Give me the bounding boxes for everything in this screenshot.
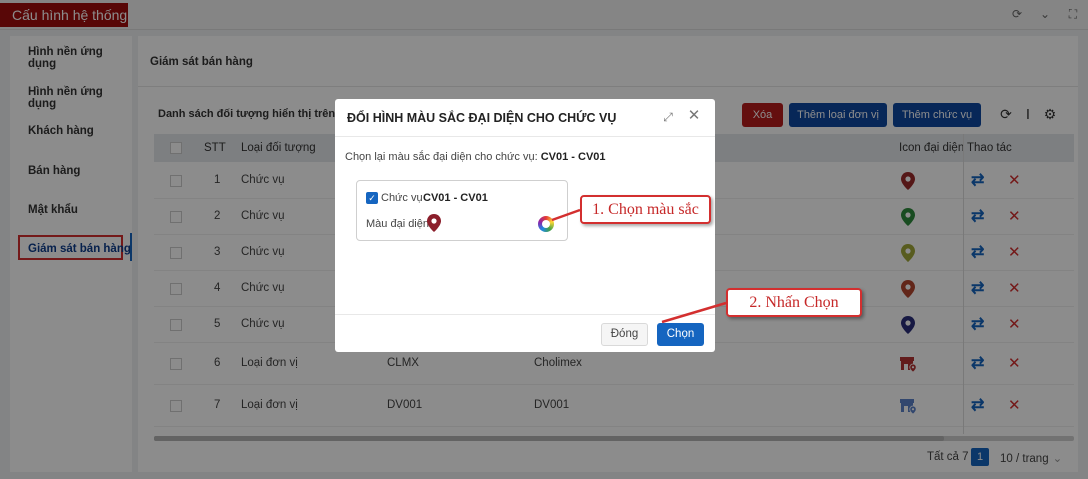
close-icon[interactable]: ✕ bbox=[687, 108, 701, 123]
modal-description: Chọn lại màu sắc đại diện cho chức vụ: C… bbox=[345, 151, 606, 163]
description-prefix: Chọn lại màu sắc đại diện cho chức vụ: bbox=[345, 151, 538, 163]
choose-button[interactable]: Chọn bbox=[657, 323, 704, 346]
callout-step-2: 2. Nhấn Chọn bbox=[726, 288, 862, 317]
map-pin-icon bbox=[427, 214, 441, 232]
position-checkbox[interactable]: ✓ bbox=[366, 192, 378, 204]
expand-icon[interactable]: ⤢ bbox=[661, 110, 675, 124]
divider bbox=[335, 136, 715, 137]
callout-step-1: 1. Chọn màu sắc bbox=[580, 195, 711, 224]
close-button[interactable]: Đóng bbox=[601, 323, 648, 346]
color-wheel-icon[interactable] bbox=[538, 216, 554, 232]
position-code: CV01 - CV01 bbox=[423, 192, 488, 204]
color-picker-dialog: ĐỔI HÌNH MÀU SẮC ĐẠI DIỆN CHO CHỨC VỤ ⤢ … bbox=[335, 99, 715, 352]
color-label: Màu đại diện bbox=[366, 218, 429, 230]
description-code: CV01 - CV01 bbox=[540, 151, 606, 163]
modal-title: ĐỔI HÌNH MÀU SẮC ĐẠI DIỆN CHO CHỨC VỤ bbox=[347, 111, 617, 125]
position-card: ✓ Chức vụ CV01 - CV01 Màu đại diện bbox=[356, 180, 568, 241]
divider bbox=[335, 314, 715, 315]
position-label: Chức vụ bbox=[381, 192, 423, 204]
